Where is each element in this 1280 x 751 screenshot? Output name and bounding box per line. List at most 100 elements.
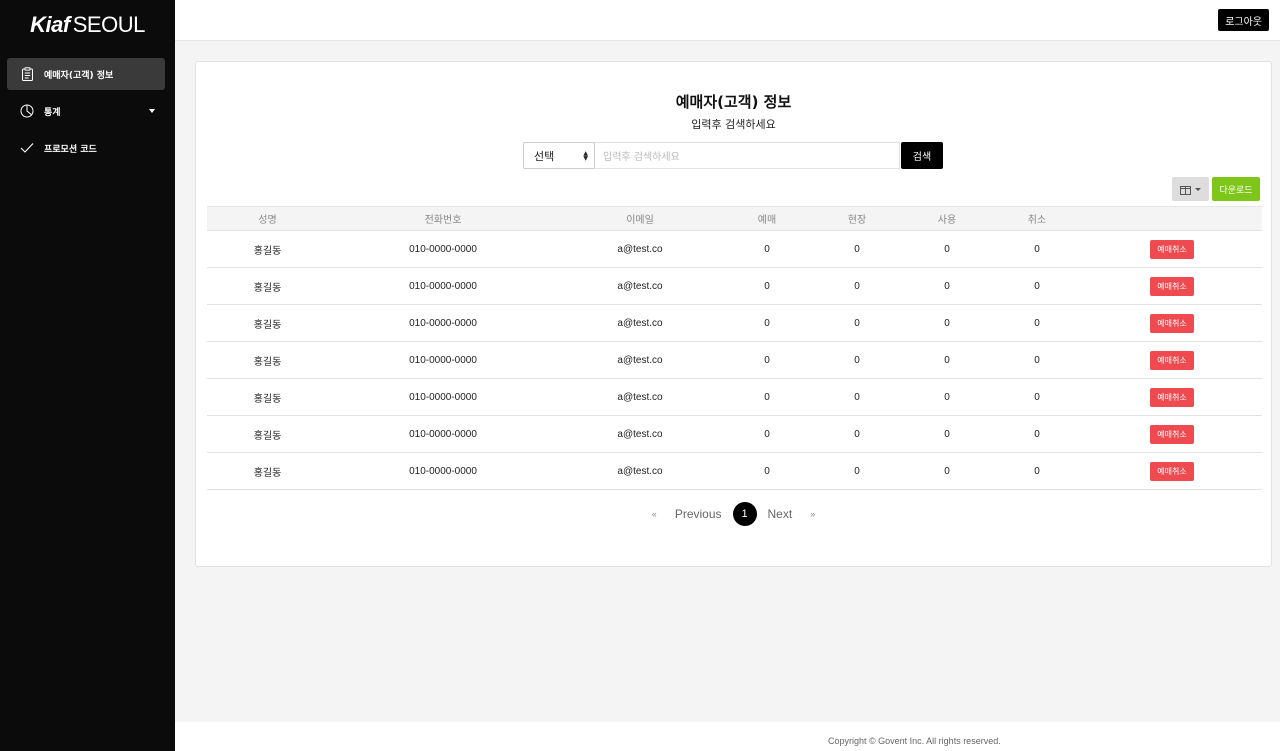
brand-logo[interactable]: Kiaf SEOUL — [0, 0, 175, 50]
sidebar-item-customers[interactable]: 예매자(고객) 정보 — [7, 58, 165, 90]
previous-page-link[interactable]: Previous — [675, 507, 722, 521]
cell-phone: 010-0000-0000 — [328, 341, 558, 379]
cell-cancelled: 0 — [992, 304, 1082, 342]
table-row: 홍길동 010-0000-0000 a@test.co 0 0 0 0 예매취소 — [207, 267, 1262, 305]
cell-booked: 0 — [722, 415, 812, 453]
cell-email: a@test.co — [558, 230, 722, 268]
sidebar-item-label: 통계 — [44, 107, 61, 118]
cell-phone: 010-0000-0000 — [328, 378, 558, 416]
search-field-select[interactable]: 선택 ▲ ▼ — [523, 142, 595, 169]
cell-action: 예매취소 — [1082, 230, 1262, 268]
sidebar-item-statistics[interactable]: 통계 — [7, 95, 165, 127]
cell-action: 예매취소 — [1082, 415, 1262, 453]
cancel-booking-button[interactable]: 예매취소 — [1150, 313, 1194, 333]
cell-booked: 0 — [722, 341, 812, 379]
cell-cancelled: 0 — [992, 378, 1082, 416]
cell-action: 예매취소 — [1082, 304, 1262, 342]
cell-booked: 0 — [722, 267, 812, 305]
header-email[interactable]: 이메일 — [558, 206, 722, 231]
header-cancelled[interactable]: 취소 — [992, 206, 1082, 231]
cancel-booking-button[interactable]: 예매취소 — [1150, 424, 1194, 444]
cell-action: 예매취소 — [1082, 378, 1262, 416]
table-row: 홍길동 010-0000-0000 a@test.co 0 0 0 0 예매취소 — [207, 415, 1262, 453]
cell-name: 홍길동 — [207, 452, 328, 490]
first-page-link[interactable]: « — [652, 509, 657, 519]
cell-onsite: 0 — [812, 267, 902, 305]
table-body: 홍길동 010-0000-0000 a@test.co 0 0 0 0 예매취소 홍길동 010-… — [207, 230, 1262, 490]
customer-info-card: 예매자(고객) 정보 입력후 검색하세요 선택 ▲ ▼ 입력후 검색하세요 검색 … — [195, 61, 1272, 567]
header-onsite[interactable]: 현장 — [812, 206, 902, 231]
search-input[interactable]: 입력후 검색하세요 — [594, 142, 900, 169]
cancel-booking-button[interactable]: 예매취소 — [1150, 350, 1194, 370]
cell-cancelled: 0 — [992, 230, 1082, 268]
brand-logo-bold: Kiaf — [30, 12, 70, 37]
pagination: « Previous 1 Next » — [196, 502, 1271, 526]
cell-booked: 0 — [722, 230, 812, 268]
search-placeholder: 입력후 검색하세요 — [603, 152, 680, 163]
search-bar: 선택 ▲ ▼ 입력후 검색하세요 검색 — [523, 142, 943, 169]
header-action — [1082, 206, 1262, 231]
table-row: 홍길동 010-0000-0000 a@test.co 0 0 0 0 예매취소 — [207, 452, 1262, 490]
header-phone[interactable]: 전화번호 — [328, 206, 558, 231]
brand-logo-light: SEOUL — [72, 12, 146, 37]
clipboard-icon — [19, 66, 35, 82]
cell-action: 예매취소 — [1082, 267, 1262, 305]
cell-email: a@test.co — [558, 415, 722, 453]
last-page-link[interactable]: » — [810, 509, 815, 519]
search-button[interactable]: 검색 — [901, 142, 943, 169]
footer: Copyright © Govent Inc. All rights reser… — [175, 722, 1280, 751]
copyright-text: Copyright © Govent Inc. All rights reser… — [828, 736, 1001, 746]
cell-name: 홍길동 — [207, 415, 328, 453]
cell-action: 예매취소 — [1082, 452, 1262, 490]
cell-used: 0 — [902, 304, 992, 342]
cell-email: a@test.co — [558, 341, 722, 379]
cell-cancelled: 0 — [992, 341, 1082, 379]
cell-onsite: 0 — [812, 304, 902, 342]
columns-icon — [1180, 180, 1191, 199]
header-booked[interactable]: 예매 — [722, 206, 812, 231]
cell-onsite: 0 — [812, 415, 902, 453]
next-page-link[interactable]: Next — [768, 507, 793, 521]
sidebar-nav: 예매자(고객) 정보 통계 프로모션 코드 — [0, 58, 175, 164]
cell-email: a@test.co — [558, 452, 722, 490]
cell-booked: 0 — [722, 452, 812, 490]
header-name[interactable]: 성명 — [207, 206, 328, 231]
cancel-booking-button[interactable]: 예매취소 — [1150, 239, 1194, 259]
cell-action: 예매취소 — [1082, 341, 1262, 379]
chevron-down-icon — [149, 109, 155, 113]
checkmark-icon — [19, 140, 35, 156]
cell-cancelled: 0 — [992, 415, 1082, 453]
cell-booked: 0 — [722, 304, 812, 342]
cell-name: 홍길동 — [207, 230, 328, 268]
cell-phone: 010-0000-0000 — [328, 452, 558, 490]
cell-phone: 010-0000-0000 — [328, 415, 558, 453]
cell-used: 0 — [902, 415, 992, 453]
sidebar-item-label: 예매자(고객) 정보 — [44, 70, 114, 81]
select-arrows-icon: ▲ ▼ — [583, 150, 588, 162]
table-toolbar: 다운로드 — [1172, 177, 1260, 201]
sidebar: Kiaf SEOUL 예매자(고객) 정보 통계 프로모션 코드 — [0, 0, 175, 751]
cell-used: 0 — [902, 378, 992, 416]
customer-table: 성명 전화번호 이메일 예매 현장 사용 취소 홍길동 010-0000-0000… — [207, 206, 1262, 490]
page-subtitle: 입력후 검색하세요 — [691, 118, 776, 131]
table-row: 홍길동 010-0000-0000 a@test.co 0 0 0 0 예매취소 — [207, 304, 1262, 342]
cell-used: 0 — [902, 267, 992, 305]
select-value: 선택 — [534, 149, 555, 163]
pie-chart-icon — [19, 103, 35, 119]
cancel-booking-button[interactable]: 예매취소 — [1150, 461, 1194, 481]
header-used[interactable]: 사용 — [902, 206, 992, 231]
cell-booked: 0 — [722, 378, 812, 416]
download-button[interactable]: 다운로드 — [1212, 177, 1260, 201]
logout-button[interactable]: 로그아웃 — [1218, 9, 1269, 31]
columns-toggle-button[interactable] — [1172, 177, 1209, 201]
cell-email: a@test.co — [558, 267, 722, 305]
sidebar-item-promo-code[interactable]: 프로모션 코드 — [7, 132, 165, 164]
cancel-booking-button[interactable]: 예매취소 — [1150, 387, 1194, 407]
table-row: 홍길동 010-0000-0000 a@test.co 0 0 0 0 예매취소 — [207, 378, 1262, 416]
cell-name: 홍길동 — [207, 378, 328, 416]
cell-phone: 010-0000-0000 — [328, 230, 558, 268]
chevron-down-icon — [1195, 187, 1201, 191]
cancel-booking-button[interactable]: 예매취소 — [1150, 276, 1194, 296]
current-page[interactable]: 1 — [732, 502, 757, 526]
table-row: 홍길동 010-0000-0000 a@test.co 0 0 0 0 예매취소 — [207, 341, 1262, 379]
